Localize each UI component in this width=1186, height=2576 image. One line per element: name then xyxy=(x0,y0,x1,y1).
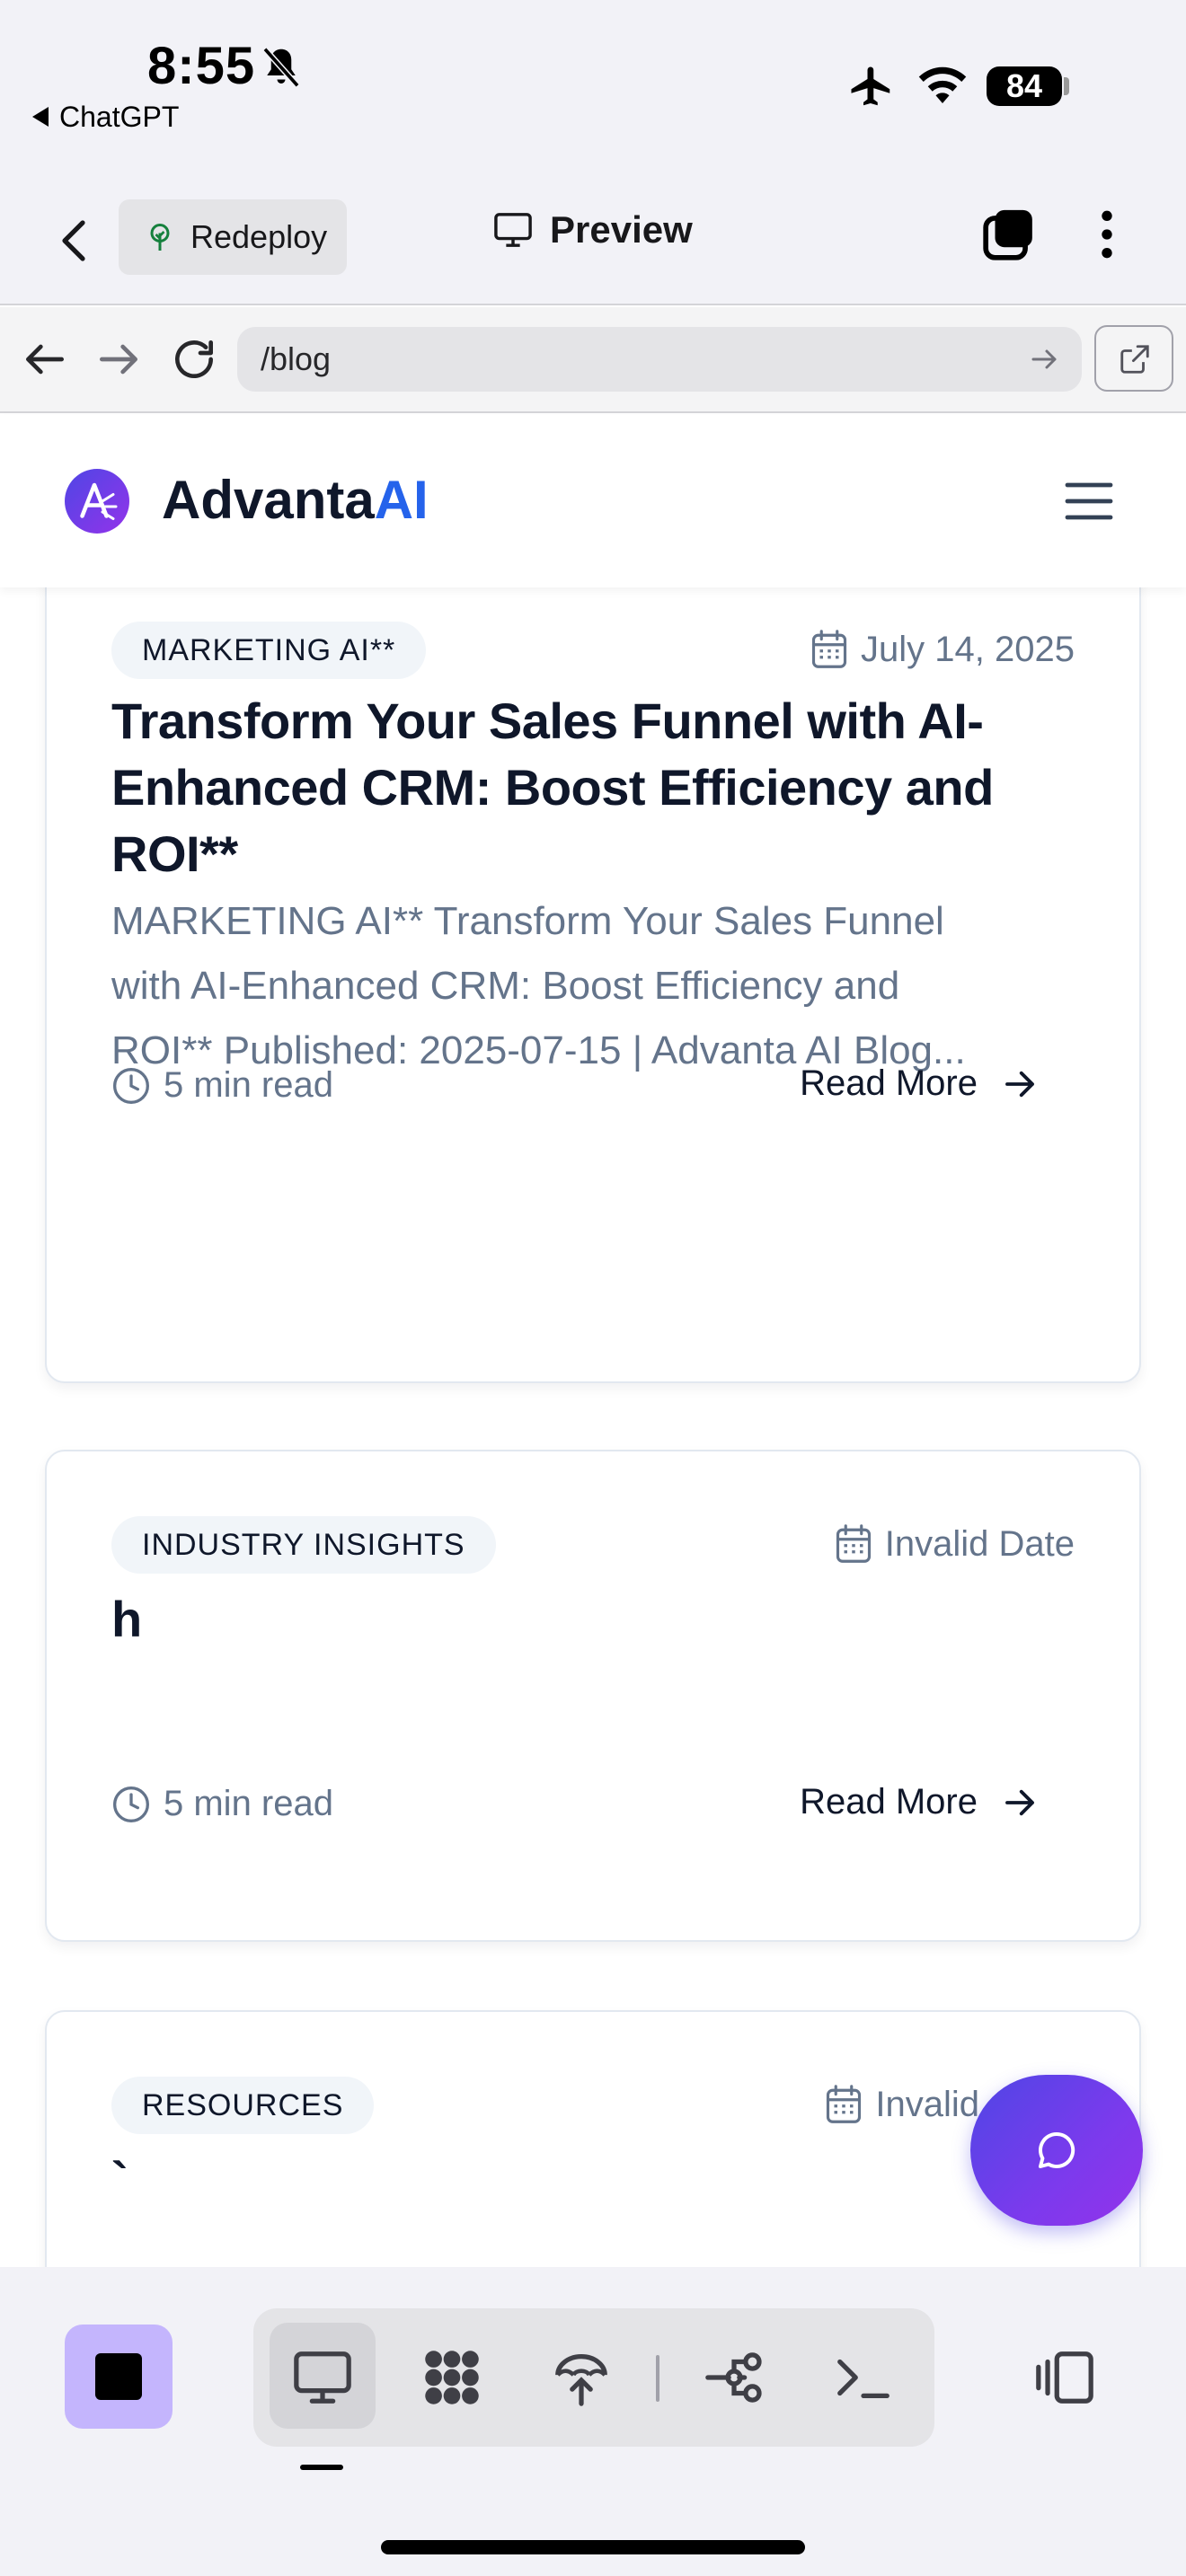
back-to-app-link[interactable]: ChatGPT xyxy=(32,101,179,134)
chat-fab-button[interactable] xyxy=(970,2075,1143,2226)
brand-logo-icon[interactable] xyxy=(65,469,129,534)
browser-bar: /blog xyxy=(0,307,1186,413)
post-title[interactable]: ` xyxy=(111,2147,1082,2213)
post-date-text: Invalid Date xyxy=(884,1523,1075,1564)
segment-divider xyxy=(656,2355,659,2402)
redeploy-button[interactable]: Redeploy xyxy=(119,199,347,275)
grid-blob-icon[interactable] xyxy=(420,2346,483,2409)
read-time-text: 5 min read xyxy=(164,1784,333,1823)
browser-back-icon[interactable] xyxy=(20,334,70,384)
read-time-text: 5 min read xyxy=(164,1065,333,1105)
deploy-icon[interactable] xyxy=(550,2346,613,2409)
blog-post-card[interactable]: INDUSTRY INSIGHTS Invalid Date h 5 min r… xyxy=(45,1450,1141,1942)
calendar-icon xyxy=(827,2085,862,2123)
battery-cap xyxy=(1064,77,1069,95)
menu-icon[interactable] xyxy=(1064,480,1114,523)
stop-square-icon xyxy=(95,2353,142,2400)
active-tab-underline xyxy=(300,2465,343,2470)
status-time: 8:55 xyxy=(147,37,256,95)
status-bar: 8:55 ChatGPT 84 xyxy=(0,0,1186,180)
post-title-line: Transform Your Sales Funnel with AI- xyxy=(111,693,984,749)
more-vertical-icon[interactable] xyxy=(1089,207,1125,262)
reload-icon[interactable] xyxy=(169,334,219,384)
monitor-icon[interactable] xyxy=(291,2346,354,2409)
post-date: Invalid Date xyxy=(835,1523,1075,1565)
chat-bubble-icon xyxy=(1039,2131,1075,2168)
read-time: 5 min read xyxy=(111,1065,333,1106)
post-title-line: ROI** xyxy=(111,825,238,882)
post-date: July 14, 2025 xyxy=(810,629,1075,670)
category-badge: RESOURCES xyxy=(111,2077,375,2134)
app-header: Redeploy Preview xyxy=(0,180,1186,305)
bell-slash-icon xyxy=(262,47,300,88)
stop-button[interactable] xyxy=(65,2325,173,2429)
category-badge: MARKETING AI** xyxy=(111,622,427,679)
read-time: 5 min read xyxy=(111,1784,333,1824)
external-link-icon xyxy=(1120,345,1149,374)
terminal-icon[interactable] xyxy=(832,2346,895,2409)
post-title[interactable]: Transform Your Sales Funnel with AI- Enh… xyxy=(111,688,1082,887)
airplane-icon xyxy=(851,66,890,106)
home-indicator xyxy=(381,2540,805,2554)
redeploy-label: Redeploy xyxy=(190,218,328,255)
read-more-link[interactable]: Read More xyxy=(800,1782,1039,1822)
brand-accent: AI xyxy=(374,470,429,530)
brand-name[interactable]: AdvantaAI xyxy=(162,469,429,531)
post-excerpt-line: MARKETING AI** Transform Your Sales Funn… xyxy=(111,899,944,943)
post-title[interactable]: h xyxy=(111,1586,1082,1653)
calendar-icon xyxy=(811,630,847,668)
clock-icon xyxy=(113,1067,149,1104)
panel-toggle-icon[interactable] xyxy=(1033,2346,1096,2409)
arrow-right-icon xyxy=(1005,1789,1034,1815)
post-date-text: July 14, 2025 xyxy=(861,629,1075,669)
git-branch-icon[interactable] xyxy=(703,2346,766,2409)
site-header: AdvantaAI xyxy=(0,415,1186,587)
browser-forward-icon[interactable] xyxy=(93,334,144,384)
open-external-button[interactable] xyxy=(1094,325,1173,392)
wifi-icon xyxy=(918,66,967,103)
bottom-toolbar xyxy=(0,2267,1186,2576)
post-title-line: Enhanced CRM: Boost Efficiency and xyxy=(111,759,994,816)
monitor-icon xyxy=(494,213,532,247)
category-badge: INDUSTRY INSIGHTS xyxy=(111,1516,496,1574)
blog-list: MARKETING AI** July 14, 2025 Transform Y… xyxy=(0,587,1186,2267)
preview-label: Preview xyxy=(550,208,693,251)
post-excerpt: MARKETING AI** Transform Your Sales Funn… xyxy=(111,889,1091,1083)
read-more-label: Read More xyxy=(800,1063,978,1103)
read-more-link[interactable]: Read More xyxy=(800,1063,1039,1104)
url-go-icon[interactable] xyxy=(1028,343,1060,375)
preview-title: Preview xyxy=(492,208,693,251)
brand-main: Advanta xyxy=(162,470,375,530)
calendar-icon xyxy=(836,1524,871,1563)
post-excerpt-line: with AI-Enhanced CRM: Boost Efficiency a… xyxy=(111,964,900,1008)
url-input[interactable]: /blog xyxy=(237,327,1082,392)
read-more-label: Read More xyxy=(800,1782,978,1822)
back-chevron-icon[interactable] xyxy=(54,212,97,269)
back-triangle-icon xyxy=(32,106,49,127)
blog-post-card[interactable]: MARKETING AI** July 14, 2025 Transform Y… xyxy=(45,587,1141,1383)
clock-icon xyxy=(113,1786,149,1822)
url-text: /blog xyxy=(261,340,332,377)
tabs-icon[interactable] xyxy=(981,207,1037,262)
back-app-label: ChatGPT xyxy=(59,101,180,133)
arrow-right-icon xyxy=(1005,1071,1034,1097)
battery-indicator: 84 xyxy=(987,66,1062,106)
tree-icon xyxy=(150,224,170,251)
